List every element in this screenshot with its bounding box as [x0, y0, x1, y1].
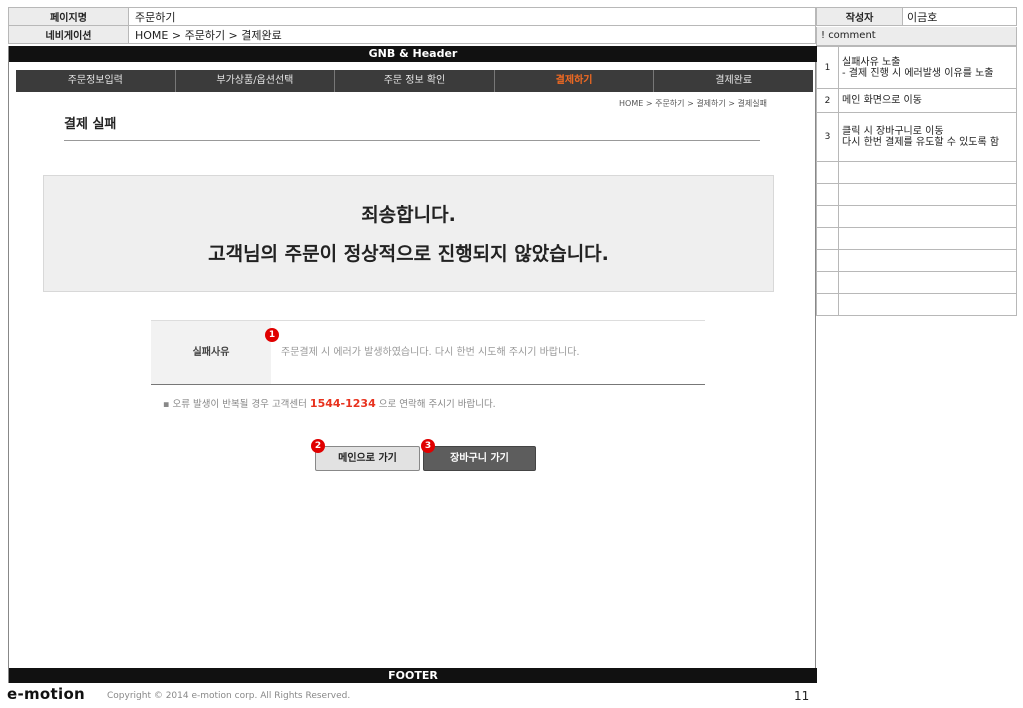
go-main-button[interactable]: 메인으로 가기	[315, 446, 420, 471]
go-cart-button[interactable]: 장바구니 가기	[423, 446, 536, 471]
breadcrumb: HOME > 주문하기 > 결제하기 > 결제실패	[619, 99, 767, 108]
page-name-label: 페이지명	[8, 7, 129, 26]
comment-num	[816, 227, 839, 250]
fail-message-line2: 고객님의 주문이 정상적으로 진행되지 않았습니다.	[208, 243, 609, 265]
meta-table: 페이지명 주문하기 네비게이션 HOME > 주문하기 > 결제완료	[8, 7, 816, 44]
annotation-badge-3: 3	[421, 439, 435, 453]
fail-reason-value: 주문결제 시 에러가 발생하였습니다. 다시 한번 시도해 주시기 바랍니다.	[281, 347, 580, 358]
comment-num: 3	[816, 112, 839, 162]
author-value: 이금호	[902, 7, 1017, 26]
comment-text	[838, 271, 1017, 294]
order-steps: 주문정보입력 부가상품/옵션선택 주문 정보 확인 결제하기 결제완료	[16, 70, 813, 92]
comment-text: 메인 화면으로 이동	[838, 88, 1017, 113]
step-payment: 결제하기	[495, 70, 655, 92]
comment-num	[816, 271, 839, 294]
page-number: 11	[794, 689, 810, 703]
step-options: 부가상품/옵션선택	[176, 70, 336, 92]
copyright-text: Copyright © 2014 e-motion corp. All Righ…	[107, 691, 351, 701]
note-prefix: ▪ 오류 발생이 반복될 경우 고객센터	[163, 399, 310, 410]
comment-num	[816, 249, 839, 272]
fail-message-line1: 죄송합니다.	[361, 204, 456, 226]
comment-text	[838, 161, 1017, 184]
nav-value: HOME > 주문하기 > 결제완료	[128, 25, 816, 44]
author-table: 작성자 이금호	[816, 7, 1017, 26]
gnb-header: GNB & Header	[9, 46, 817, 62]
page-name-value: 주문하기	[128, 7, 816, 26]
comment-text: 클릭 시 장바구니로 이동 다시 한번 결제를 유도할 수 있도록 함	[838, 112, 1017, 162]
comment-num	[816, 205, 839, 228]
title-divider	[64, 140, 760, 141]
comment-num	[816, 183, 839, 206]
footer-bar: FOOTER	[9, 668, 817, 683]
wireframe-canvas: GNB & Header 주문정보입력 부가상품/옵션선택 주문 정보 확인 결…	[8, 46, 817, 683]
annotation-badge-2: 2	[311, 439, 325, 453]
comment-num	[816, 161, 839, 184]
comment-text	[838, 183, 1017, 206]
fail-reason-table: 실패사유 주문결제 시 에러가 발생하였습니다. 다시 한번 시도해 주시기 바…	[151, 320, 705, 385]
step-complete: 결제완료	[715, 75, 753, 86]
step-order-info: 주문정보입력	[16, 70, 176, 92]
nav-label: 네비게이션	[8, 25, 129, 44]
comment-text	[838, 249, 1017, 272]
annotation-badge-1: 1	[265, 328, 279, 342]
fail-message-box: 죄송합니다. 고객님의 주문이 정상적으로 진행되지 않았습니다.	[43, 175, 774, 292]
page-title: 결제 실패	[64, 117, 117, 132]
comment-num	[816, 293, 839, 316]
step-confirm: 주문 정보 확인	[335, 70, 495, 92]
comment-table: 1 실패사유 노출 - 결제 진행 시 에러발생 이유를 노출 2 메인 화면으로 …	[816, 46, 1017, 316]
fail-reason-label: 실패사유	[151, 321, 271, 384]
customer-center-phone: 1544-1234	[309, 397, 376, 410]
comment-text: 실패사유 노출 - 결제 진행 시 에러발생 이유를 노출	[838, 46, 1017, 89]
comment-header: ! comment	[816, 27, 1017, 46]
comment-text	[838, 227, 1017, 250]
customer-center-note: ▪ 오류 발생이 반복될 경우 고객센터 1544-1234 으로 연락해 주시…	[163, 396, 496, 410]
note-suffix: 으로 연락해 주시기 바랍니다.	[375, 399, 496, 410]
comment-text	[838, 205, 1017, 228]
comment-num: 2	[816, 88, 839, 113]
author-label: 작성자	[816, 7, 903, 26]
comment-num: 1	[816, 46, 839, 89]
comment-text	[838, 293, 1017, 316]
brand-logo: e-motion	[7, 685, 86, 703]
